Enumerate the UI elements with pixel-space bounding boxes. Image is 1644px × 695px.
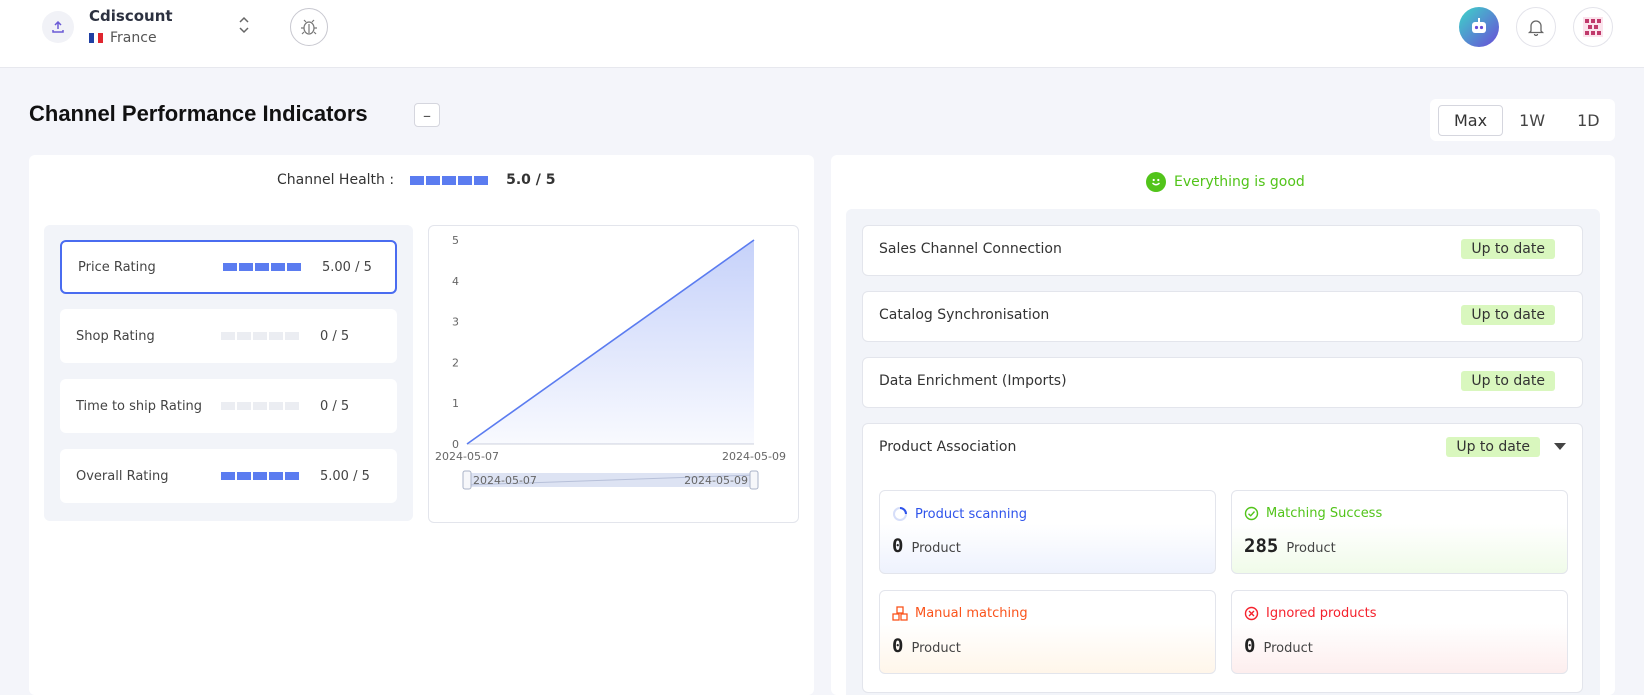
- page-title: Channel Performance Indicators: [29, 101, 368, 126]
- upload-button[interactable]: [42, 11, 74, 43]
- collapse-button[interactable]: –: [414, 103, 440, 127]
- bell-icon: [1527, 20, 1545, 36]
- metric-unit: Product: [911, 641, 961, 656]
- rating-label: Shop Rating: [76, 328, 155, 344]
- rating-chart: 0 1 2 3 4 5 2024-05-07 2024-05-09 2024-05-07 2024…: [428, 225, 799, 523]
- metric-manual-matching[interactable]: Manual matching 0 Product: [879, 590, 1216, 674]
- rating-card-price[interactable]: Price Rating 5.00 / 5: [60, 240, 397, 294]
- close-circle-icon: [1244, 606, 1259, 621]
- metric-count: 0: [892, 635, 904, 657]
- range-1d-button[interactable]: 1D: [1561, 105, 1616, 136]
- rating-label: Time to ship Rating: [76, 398, 203, 414]
- metric-title: Ignored products: [1266, 606, 1377, 621]
- rating-label: Overall Rating: [76, 468, 169, 484]
- top-bar: Cdiscount France: [0, 0, 1644, 68]
- x-tick-label: 2024-05-07: [435, 450, 499, 463]
- range-1w-button[interactable]: 1W: [1503, 105, 1561, 136]
- metric-unit: Product: [911, 541, 961, 556]
- status-badge: Up to date: [1461, 239, 1555, 259]
- channel-health-value: 5.0 / 5: [506, 172, 556, 188]
- rating-card-shop[interactable]: Shop Rating 0 / 5: [60, 309, 397, 363]
- metric-unit: Product: [1286, 541, 1336, 556]
- spinner-icon: [893, 507, 907, 521]
- zoom-handle-left: [462, 470, 472, 490]
- status-badge: Up to date: [1461, 305, 1555, 325]
- bug-icon: [301, 19, 317, 35]
- metric-ignored-products[interactable]: Ignored products 0 Product: [1231, 590, 1568, 674]
- shop-name[interactable]: Cdiscount: [89, 7, 173, 25]
- rating-value: 0 / 5: [320, 398, 350, 414]
- smile-icon: [1146, 172, 1166, 192]
- status-item-data-enrichment: Data Enrichment (Imports) Up to date: [862, 357, 1583, 408]
- rating-bar: [221, 472, 299, 480]
- channel-health-bar: [410, 175, 489, 185]
- metric-count: 0: [892, 535, 904, 557]
- ratings-panel: Channel Health : 5.0 / 5 Price Rating 5.…: [29, 155, 814, 695]
- rating-value: 5.00 / 5: [322, 259, 372, 275]
- rating-card-overall[interactable]: Overall Rating 5.00 / 5: [60, 449, 397, 503]
- metric-title: Matching Success: [1266, 506, 1383, 521]
- metric-count: 0: [1244, 635, 1256, 657]
- status-item-catalog-sync: Catalog Synchronisation Up to date: [862, 291, 1583, 342]
- zoom-label-start: 2024-05-07: [473, 474, 537, 487]
- country-label: France: [110, 30, 157, 46]
- status-badge: Up to date: [1446, 437, 1540, 457]
- overall-status-text: Everything is good: [1174, 174, 1305, 190]
- metric-count: 285: [1244, 535, 1279, 557]
- chevron-updown-icon[interactable]: [238, 16, 250, 35]
- metric-matching-success[interactable]: Matching Success 285 Product: [1231, 490, 1568, 574]
- status-label: Data Enrichment (Imports): [879, 373, 1067, 389]
- y-tick-label: 3: [452, 316, 459, 329]
- avatar-icon: [1583, 17, 1603, 37]
- metric-title: Product scanning: [915, 506, 1027, 522]
- zoom-label-end: 2024-05-09: [684, 474, 748, 487]
- channel-health-label: Channel Health :: [277, 172, 395, 188]
- status-label: Sales Channel Connection: [879, 241, 1062, 257]
- caret-down-icon[interactable]: [1554, 443, 1566, 450]
- rating-label: Price Rating: [78, 259, 156, 275]
- sync-status-panel: Everything is good Sales Channel Connect…: [831, 155, 1615, 695]
- notifications-button[interactable]: [1516, 7, 1556, 47]
- zoom-handle-right: [749, 470, 759, 490]
- status-label: Product Association: [879, 439, 1017, 455]
- status-label: Catalog Synchronisation: [879, 307, 1050, 323]
- y-tick-label: 5: [452, 234, 459, 247]
- y-tick-label: 1: [452, 397, 459, 410]
- time-range-selector: Max 1W 1D: [1430, 99, 1615, 141]
- metric-product-scanning[interactable]: Product scanning 0 Product: [879, 490, 1216, 574]
- status-list: Sales Channel Connection Up to date Cata…: [846, 209, 1600, 695]
- rating-value: 0 / 5: [320, 328, 350, 344]
- y-tick-label: 4: [452, 275, 459, 288]
- rating-chart-svg: 0123452024-05-07 2024-05-092024-05-07 2024…: [435, 234, 786, 490]
- status-item-product-association[interactable]: Product Association Up to date Product s…: [862, 423, 1583, 693]
- x-tick-label: 2024-05-09: [722, 450, 786, 463]
- user-avatar[interactable]: [1573, 7, 1613, 47]
- rating-bar: [221, 402, 299, 410]
- ratings-list: Price Rating 5.00 / 5 Shop Rating 0 / 5 …: [44, 225, 413, 521]
- overall-status: Everything is good: [1146, 172, 1305, 192]
- assistant-button[interactable]: [1459, 7, 1499, 47]
- metric-title: Manual matching: [915, 606, 1028, 621]
- robot-icon: [1472, 18, 1486, 33]
- check-circle-icon: [1244, 506, 1259, 521]
- status-badge: Up to date: [1461, 371, 1555, 391]
- status-item-sales-channel: Sales Channel Connection Up to date: [862, 225, 1583, 276]
- rating-bar: [223, 263, 301, 271]
- y-tick-label: 2: [452, 356, 459, 369]
- rating-value: 5.00 / 5: [320, 468, 370, 484]
- rating-card-time-to-ship[interactable]: Time to ship Rating 0 / 5: [60, 379, 397, 433]
- upload-icon: [52, 21, 64, 33]
- rating-bar: [221, 332, 299, 340]
- france-flag-icon: [89, 33, 104, 43]
- debug-button[interactable]: [290, 8, 328, 46]
- metric-unit: Product: [1263, 641, 1313, 656]
- boxes-icon: [892, 606, 908, 621]
- range-max-button[interactable]: Max: [1438, 104, 1504, 136]
- shop-country[interactable]: France: [89, 30, 157, 46]
- channel-health: Channel Health : 5.0 / 5: [277, 172, 555, 188]
